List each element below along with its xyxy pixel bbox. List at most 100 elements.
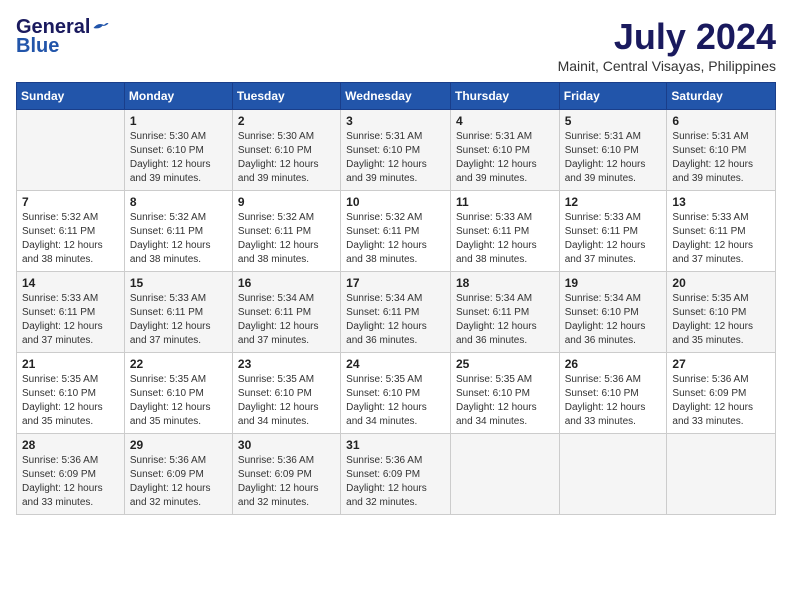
- day-info: Sunrise: 5:34 AMSunset: 6:11 PMDaylight:…: [346, 292, 445, 348]
- day-number: 31: [346, 438, 445, 452]
- calendar-cell: 22 Sunrise: 5:35 AMSunset: 6:10 PMDayligh…: [124, 353, 232, 434]
- header-friday: Friday: [559, 83, 667, 110]
- day-number: 26: [565, 357, 662, 371]
- day-number: 24: [346, 357, 445, 371]
- week-row-2: 7 Sunrise: 5:32 AMSunset: 6:11 PMDaylight…: [17, 191, 776, 272]
- day-info: Sunrise: 5:31 AMSunset: 6:10 PMDaylight:…: [346, 130, 445, 186]
- day-number: 27: [672, 357, 770, 371]
- day-info: Sunrise: 5:36 AMSunset: 6:09 PMDaylight:…: [238, 454, 335, 510]
- calendar-cell: [17, 110, 125, 191]
- day-info: Sunrise: 5:36 AMSunset: 6:09 PMDaylight:…: [346, 454, 445, 510]
- day-number: 14: [22, 276, 119, 290]
- header-monday: Monday: [124, 83, 232, 110]
- day-number: 10: [346, 195, 445, 209]
- week-row-4: 21 Sunrise: 5:35 AMSunset: 6:10 PMDayligh…: [17, 353, 776, 434]
- calendar-cell: 12Sunrise: 5:33 AMSunset: 6:11 PMDayligh…: [559, 191, 667, 272]
- day-info: Sunrise: 5:33 AMSunset: 6:11 PMDaylight:…: [672, 211, 770, 267]
- month-title: July 2024: [558, 16, 776, 58]
- week-row-5: 28 Sunrise: 5:36 AMSunset: 6:09 PMDayligh…: [17, 434, 776, 515]
- calendar-cell: 8 Sunrise: 5:32 AMSunset: 6:11 PMDaylight…: [124, 191, 232, 272]
- day-number: 30: [238, 438, 335, 452]
- day-info: Sunrise: 5:34 AMSunset: 6:11 PMDaylight:…: [456, 292, 554, 348]
- header-thursday: Thursday: [450, 83, 559, 110]
- calendar-cell: 23 Sunrise: 5:35 AMSunset: 6:10 PMDayligh…: [232, 353, 340, 434]
- day-info: Sunrise: 5:35 AMSunset: 6:10 PMDaylight:…: [672, 292, 770, 348]
- header-row: SundayMondayTuesdayWednesdayThursdayFrid…: [17, 83, 776, 110]
- calendar-cell: 26 Sunrise: 5:36 AMSunset: 6:10 PMDayligh…: [559, 353, 667, 434]
- day-info: Sunrise: 5:36 AMSunset: 6:09 PMDaylight:…: [672, 373, 770, 429]
- day-number: 1: [130, 114, 227, 128]
- calendar-cell: 18Sunrise: 5:34 AMSunset: 6:11 PMDayligh…: [450, 272, 559, 353]
- calendar-cell: 9Sunrise: 5:32 AMSunset: 6:11 PMDaylight…: [232, 191, 340, 272]
- day-info: Sunrise: 5:35 AMSunset: 6:10 PMDaylight:…: [130, 373, 227, 429]
- day-number: 25: [456, 357, 554, 371]
- calendar-cell: 5Sunrise: 5:31 AMSunset: 6:10 PMDaylight…: [559, 110, 667, 191]
- calendar-cell: 21 Sunrise: 5:35 AMSunset: 6:10 PMDayligh…: [17, 353, 125, 434]
- day-info: Sunrise: 5:33 AMSunset: 6:11 PMDaylight:…: [565, 211, 662, 267]
- day-info: Sunrise: 5:32 AMSunset: 6:11 PMDaylight:…: [22, 211, 119, 267]
- day-info: Sunrise: 5:32 AMSunset: 6:11 PMDaylight:…: [346, 211, 445, 267]
- calendar-cell: 15Sunrise: 5:33 AMSunset: 6:11 PMDayligh…: [124, 272, 232, 353]
- day-info: Sunrise: 5:35 AMSunset: 6:10 PMDaylight:…: [22, 373, 119, 429]
- logo: General Blue: [16, 16, 110, 58]
- day-number: 16: [238, 276, 335, 290]
- calendar-cell: 10 Sunrise: 5:32 AMSunset: 6:11 PMDayligh…: [341, 191, 451, 272]
- day-number: 20: [672, 276, 770, 290]
- calendar-cell: 25 Sunrise: 5:35 AMSunset: 6:10 PMDayligh…: [450, 353, 559, 434]
- day-number: 29: [130, 438, 227, 452]
- calendar-cell: 31 Sunrise: 5:36 AMSunset: 6:09 PMDayligh…: [341, 434, 451, 515]
- calendar-cell: 24Sunrise: 5:35 AMSunset: 6:10 PMDayligh…: [341, 353, 451, 434]
- header-tuesday: Tuesday: [232, 83, 340, 110]
- title-block: July 2024 Mainit, Central Visayas, Phili…: [558, 16, 776, 74]
- day-number: 7: [22, 195, 119, 209]
- page-header: General Blue July 2024 Mainit, Central V…: [16, 16, 776, 74]
- day-info: Sunrise: 5:35 AMSunset: 6:10 PMDaylight:…: [238, 373, 335, 429]
- calendar-cell: 7 Sunrise: 5:32 AMSunset: 6:11 PMDaylight…: [17, 191, 125, 272]
- day-number: 15: [130, 276, 227, 290]
- week-row-1: 1 Sunrise: 5:30 AMSunset: 6:10 PMDaylight…: [17, 110, 776, 191]
- day-info: Sunrise: 5:36 AMSunset: 6:09 PMDaylight:…: [22, 454, 119, 510]
- calendar-table: SundayMondayTuesdayWednesdayThursdayFrid…: [16, 82, 776, 515]
- location-title: Mainit, Central Visayas, Philippines: [558, 58, 776, 74]
- calendar-body: 1 Sunrise: 5:30 AMSunset: 6:10 PMDaylight…: [17, 110, 776, 515]
- week-row-3: 14 Sunrise: 5:33 AMSunset: 6:11 PMDayligh…: [17, 272, 776, 353]
- calendar-cell: 1 Sunrise: 5:30 AMSunset: 6:10 PMDaylight…: [124, 110, 232, 191]
- calendar-cell: 6Sunrise: 5:31 AMSunset: 6:10 PMDaylight…: [667, 110, 776, 191]
- header-sunday: Sunday: [17, 83, 125, 110]
- day-number: 28: [22, 438, 119, 452]
- day-info: Sunrise: 5:33 AMSunset: 6:11 PMDaylight:…: [456, 211, 554, 267]
- day-number: 22: [130, 357, 227, 371]
- logo-blue: Blue: [16, 35, 59, 58]
- day-number: 21: [22, 357, 119, 371]
- calendar-cell: 29 Sunrise: 5:36 AMSunset: 6:09 PMDayligh…: [124, 434, 232, 515]
- calendar-cell: 16Sunrise: 5:34 AMSunset: 6:11 PMDayligh…: [232, 272, 340, 353]
- day-number: 11: [456, 195, 554, 209]
- day-info: Sunrise: 5:33 AMSunset: 6:11 PMDaylight:…: [22, 292, 119, 348]
- day-number: 23: [238, 357, 335, 371]
- day-info: Sunrise: 5:36 AMSunset: 6:10 PMDaylight:…: [565, 373, 662, 429]
- day-info: Sunrise: 5:35 AMSunset: 6:10 PMDaylight:…: [456, 373, 554, 429]
- calendar-cell: 14 Sunrise: 5:33 AMSunset: 6:11 PMDayligh…: [17, 272, 125, 353]
- day-info: Sunrise: 5:32 AMSunset: 6:11 PMDaylight:…: [130, 211, 227, 267]
- calendar-cell: 17Sunrise: 5:34 AMSunset: 6:11 PMDayligh…: [341, 272, 451, 353]
- calendar-cell: 20 Sunrise: 5:35 AMSunset: 6:10 PMDayligh…: [667, 272, 776, 353]
- calendar-cell: 13 Sunrise: 5:33 AMSunset: 6:11 PMDayligh…: [667, 191, 776, 272]
- day-number: 8: [130, 195, 227, 209]
- calendar-cell: [559, 434, 667, 515]
- day-info: Sunrise: 5:31 AMSunset: 6:10 PMDaylight:…: [565, 130, 662, 186]
- day-number: 13: [672, 195, 770, 209]
- calendar-cell: 27 Sunrise: 5:36 AMSunset: 6:09 PMDayligh…: [667, 353, 776, 434]
- day-info: Sunrise: 5:31 AMSunset: 6:10 PMDaylight:…: [456, 130, 554, 186]
- day-info: Sunrise: 5:36 AMSunset: 6:09 PMDaylight:…: [130, 454, 227, 510]
- calendar-cell: [667, 434, 776, 515]
- calendar-cell: 2 Sunrise: 5:30 AMSunset: 6:10 PMDaylight…: [232, 110, 340, 191]
- calendar-cell: 30 Sunrise: 5:36 AMSunset: 6:09 PMDayligh…: [232, 434, 340, 515]
- calendar-cell: 19Sunrise: 5:34 AMSunset: 6:10 PMDayligh…: [559, 272, 667, 353]
- day-info: Sunrise: 5:30 AMSunset: 6:10 PMDaylight:…: [130, 130, 227, 186]
- day-info: Sunrise: 5:30 AMSunset: 6:10 PMDaylight:…: [238, 130, 335, 186]
- day-number: 2: [238, 114, 335, 128]
- calendar-cell: 3Sunrise: 5:31 AMSunset: 6:10 PMDaylight…: [341, 110, 451, 191]
- day-number: 6: [672, 114, 770, 128]
- day-number: 4: [456, 114, 554, 128]
- header-wednesday: Wednesday: [341, 83, 451, 110]
